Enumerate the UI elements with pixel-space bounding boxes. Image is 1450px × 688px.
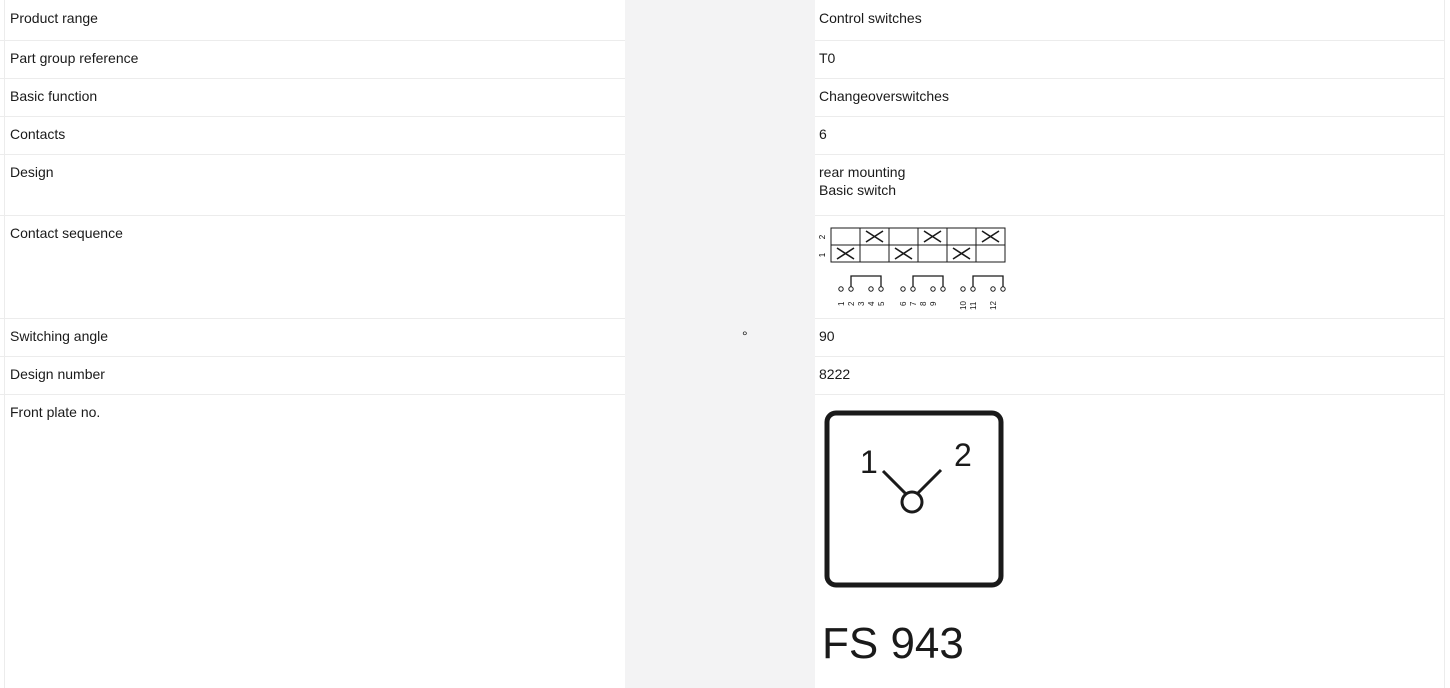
- terminal-numbers: 1 2 3 4 5 6 7 8 9 10 11 12: [837, 301, 998, 310]
- row-value-line: rear mounting: [819, 164, 906, 180]
- front-plate-icon: 1 2: [824, 410, 1004, 588]
- contact-sequence-diagram: 2 1 1 2 3 4 5 6 7 8 9 10 11 12: [818, 227, 1006, 310]
- column-shade: [739, 154, 815, 215]
- column-shade: [739, 215, 815, 318]
- row-value: 8222: [819, 366, 851, 382]
- table-right-border: [1444, 0, 1445, 688]
- column-shade: [739, 318, 815, 356]
- column-shade: [739, 394, 815, 688]
- table-left-border: [4, 0, 5, 688]
- column-shade: [625, 356, 739, 394]
- column-shade: [739, 40, 815, 78]
- column-shade: [625, 154, 739, 215]
- spec-row-design: Design rear mounting Basic switch: [0, 154, 1445, 216]
- spec-row-contacts: Contacts 6: [0, 116, 1445, 155]
- spec-row-product-range: Product range Control switches: [0, 0, 1445, 41]
- column-shade: [739, 78, 815, 116]
- terminal-number: 12: [989, 301, 998, 310]
- terminal-number: 10: [959, 301, 968, 310]
- row-value-line: Basic switch: [819, 182, 897, 198]
- terminal-number: 8: [919, 301, 928, 306]
- row-label: Design number: [10, 366, 105, 382]
- row-value: Control switches: [819, 10, 922, 26]
- spec-row-switching-angle: Switching angle ° 90: [0, 318, 1445, 357]
- row-label: Front plate no.: [10, 404, 101, 420]
- column-shade: [625, 78, 739, 116]
- row-label: Contacts: [10, 126, 66, 142]
- terminal-points: [838, 286, 1006, 292]
- contact-grid: [830, 227, 1006, 263]
- terminal-number: 2: [847, 301, 856, 306]
- terminal-number: 11: [969, 301, 978, 310]
- spec-row-front-plate: Front plate no. 1 2 FS 943: [0, 394, 1445, 688]
- terminal-number: 5: [877, 301, 886, 306]
- row-value: Changeoverswitches: [819, 88, 949, 104]
- terminal-number: 7: [909, 301, 918, 306]
- column-shade: [739, 116, 815, 154]
- terminal-number: 4: [867, 301, 876, 306]
- position-label: 1: [818, 252, 827, 257]
- position-label: 2: [818, 234, 827, 239]
- row-label: Part group reference: [10, 50, 139, 66]
- column-shade: [625, 40, 739, 78]
- terminal-bridges: [850, 275, 1004, 287]
- terminal-number: 3: [857, 301, 866, 306]
- row-unit: °: [742, 328, 748, 344]
- terminal-number: 6: [899, 301, 908, 306]
- column-shade: [739, 356, 815, 394]
- front-plate-position-right: 2: [954, 437, 972, 473]
- terminal-number: 9: [929, 301, 938, 306]
- row-label: Contact sequence: [10, 225, 123, 241]
- column-shade: [625, 0, 739, 40]
- row-label: Design: [10, 164, 54, 180]
- row-value: 6: [819, 126, 827, 142]
- row-value: T0: [819, 50, 836, 66]
- row-label: Product range: [10, 10, 98, 26]
- spec-row-design-number: Design number 8222: [0, 356, 1445, 395]
- front-plate-position-left: 1: [860, 444, 878, 480]
- column-shade: [625, 116, 739, 154]
- column-shade: [625, 318, 739, 356]
- row-label: Switching angle: [10, 328, 109, 344]
- front-plate-code: FS 943: [822, 619, 964, 668]
- row-value: 90: [819, 328, 835, 344]
- column-shade: [625, 394, 739, 688]
- row-value: rear mounting Basic switch: [819, 163, 905, 199]
- spec-row-part-group-reference: Part group reference T0: [0, 40, 1445, 79]
- column-shade: [625, 215, 739, 318]
- column-shade: [739, 0, 815, 40]
- terminal-number: 1: [837, 301, 846, 306]
- spec-row-basic-function: Basic function Changeoverswitches: [0, 78, 1445, 117]
- row-label: Basic function: [10, 88, 98, 104]
- spec-row-contact-sequence: Contact sequence 2 1 1 2 3 4 5 6 7 8 9 1…: [0, 215, 1445, 319]
